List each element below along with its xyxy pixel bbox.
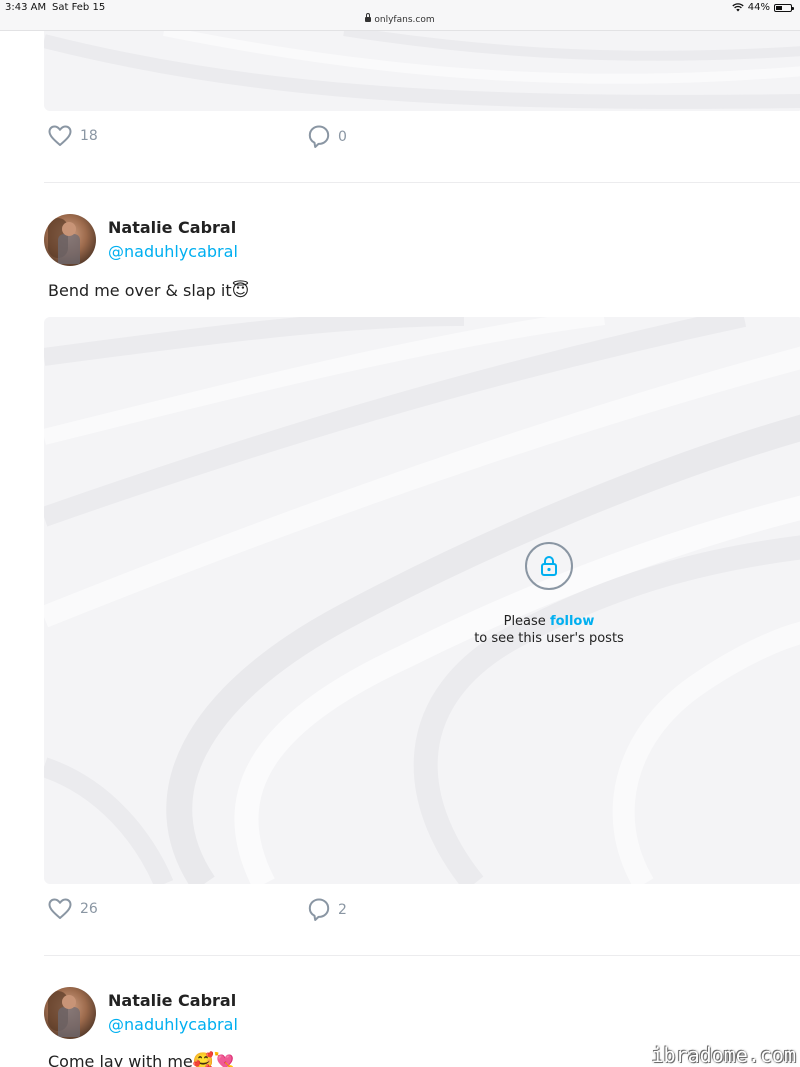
like-button[interactable]: 26 (48, 898, 98, 920)
post-actions: 26 2 (48, 898, 448, 924)
lock-prompt: Please follow (444, 614, 654, 629)
avatar-head (62, 995, 76, 1009)
battery-percent: 44% (747, 2, 770, 13)
display-name[interactable]: Natalie Cabral (108, 991, 236, 1010)
heart-icon (48, 898, 72, 919)
lock-prompt-suffix: to see this user's posts (474, 631, 624, 646)
post-text-content: Come lay with me (48, 1052, 193, 1067)
post-actions: 18 0 (48, 125, 448, 151)
username-link[interactable]: @naduhlycabral (108, 242, 238, 261)
address-bar[interactable]: onlyfans.com (0, 13, 800, 25)
avatar[interactable] (44, 214, 96, 266)
wifi-icon (732, 3, 744, 12)
watermark: ibradome.com (651, 1043, 797, 1067)
address-url: onlyfans.com (374, 15, 435, 25)
post-media-locked: Please follow to see this user's posts (44, 317, 800, 884)
post-emoji: 😇 (231, 281, 250, 301)
display-name[interactable]: Natalie Cabral (108, 218, 236, 237)
secure-lock-icon (365, 13, 372, 22)
like-button[interactable]: 18 (48, 125, 98, 147)
lock-prompt-prefix: Please (503, 614, 550, 629)
post-header: Natalie Cabral @naduhlycabral (44, 214, 444, 266)
post-text-content: Bend me over & slap it (48, 281, 232, 300)
avatar-head (62, 222, 76, 236)
post-media-locked (44, 31, 800, 111)
post-text: Bend me over & slap it😇 (48, 281, 249, 301)
comment-count: 0 (338, 129, 347, 145)
comment-count: 2 (338, 902, 347, 918)
heart-icon (48, 125, 72, 146)
lock-icon (525, 542, 573, 590)
post-emoji: 🥰💘 (192, 1052, 236, 1067)
media-background-pattern (44, 317, 800, 884)
avatar-body (58, 1007, 80, 1037)
post-header: Natalie Cabral @naduhlycabral (44, 987, 444, 1039)
like-count: 18 (80, 128, 98, 144)
comment-button[interactable]: 0 (308, 125, 347, 149)
post-divider (44, 182, 800, 183)
locked-content-overlay: Please follow to see this user's posts (444, 542, 654, 646)
status-bar: 3:43 AM Sat Feb 15 onlyfans.com 44% (0, 0, 800, 31)
avatar-body (58, 234, 80, 264)
media-background-pattern (44, 31, 800, 109)
lock-glyph (541, 556, 557, 576)
avatar[interactable] (44, 987, 96, 1039)
post-divider (44, 955, 800, 956)
status-right: 44% (732, 2, 794, 13)
battery-icon (774, 3, 794, 12)
status-date: Sat Feb 15 (52, 2, 106, 13)
comment-button[interactable]: 2 (308, 898, 347, 922)
post-text: Come lay with me🥰💘 (48, 1052, 235, 1067)
like-count: 26 (80, 901, 98, 917)
page: 3:43 AM Sat Feb 15 onlyfans.com 44% 18 0… (0, 0, 800, 1067)
battery-fill (776, 5, 782, 10)
status-time: 3:43 AM (5, 2, 47, 13)
username-link[interactable]: @naduhlycabral (108, 1015, 238, 1034)
follow-link[interactable]: follow (550, 614, 594, 629)
comment-bubble-icon (308, 898, 330, 921)
comment-bubble-icon (308, 125, 330, 148)
